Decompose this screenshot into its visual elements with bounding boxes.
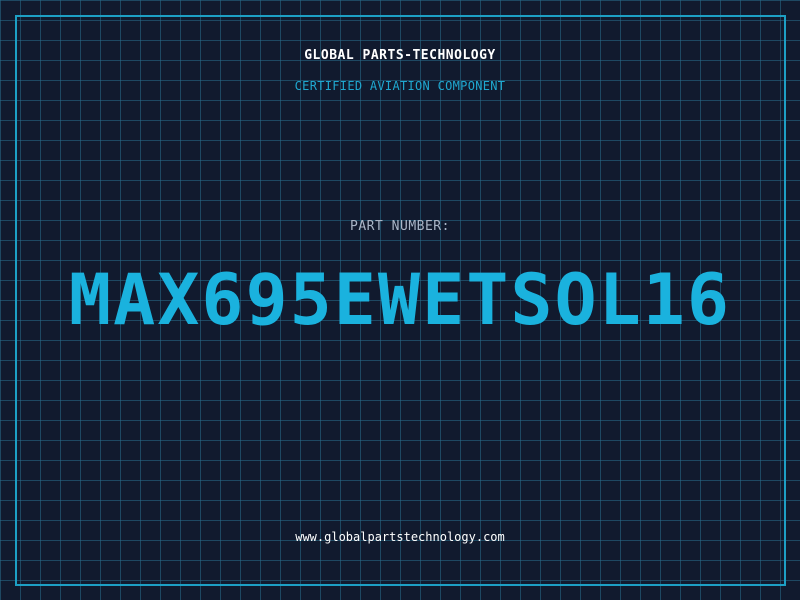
part-number-value: MAX695EWETSOL16 [68, 259, 732, 341]
certification-tagline: CERTIFIED AVIATION COMPONENT [294, 79, 506, 93]
label-page: { "header": { "company": "GLOBAL PARTS-T… [0, 0, 800, 600]
company-name: GLOBAL PARTS-TECHNOLOGY [304, 48, 496, 63]
website-url: www.globalpartstechnology.com [295, 530, 505, 544]
part-number-label: PART NUMBER: [350, 219, 450, 234]
